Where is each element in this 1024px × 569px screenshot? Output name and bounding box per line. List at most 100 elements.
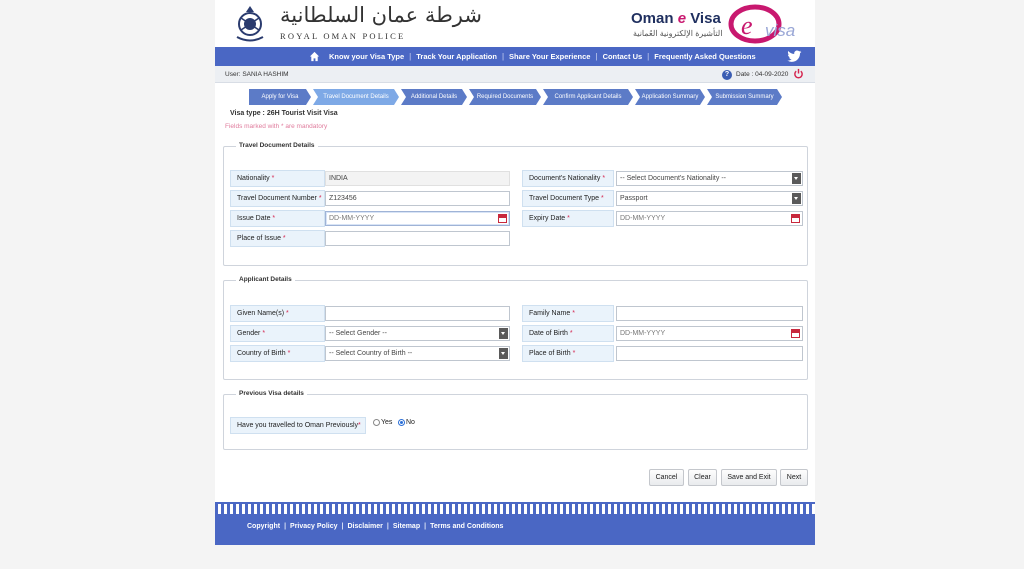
travel-document-number-label: Travel Document Number * — [230, 190, 325, 207]
required-asterisk: * — [271, 175, 275, 182]
footer-link-terms[interactable]: Terms and Conditions — [430, 523, 503, 530]
place-of-issue-label: Place of Issue * — [230, 230, 325, 247]
required-asterisk: * — [567, 215, 570, 222]
required-asterisk: * — [602, 175, 606, 182]
home-icon[interactable] — [309, 51, 320, 62]
mandatory-fields-note: Fields marked with * are mandatory — [225, 123, 328, 130]
travelled-no-radio[interactable]: No — [398, 419, 415, 426]
family-name-label-text: Family Name — [529, 310, 571, 317]
rop-english-title: ROYAL OMAN POLICE — [280, 31, 406, 41]
site-footer: Copyright | Privacy Policy | Disclaimer … — [215, 514, 815, 545]
family-name-input[interactable] — [616, 306, 803, 321]
expiry-date-input[interactable]: DD-MM-YYYY — [616, 211, 803, 226]
cancel-button[interactable]: Cancel — [649, 469, 684, 486]
nav-faq[interactable]: Frequently Asked Questions — [654, 52, 755, 61]
date-of-birth-input[interactable]: DD-MM-YYYY — [616, 326, 803, 341]
travelled-previously-label-text: Have you travelled to Oman Previously — [237, 422, 358, 429]
logout-power-icon[interactable] — [793, 68, 804, 79]
step-submission-summary[interactable]: Submission Summary — [707, 89, 782, 105]
issue-date-placeholder: DD-MM-YYYY — [329, 215, 375, 222]
document-nationality-label: Document's Nationality * — [522, 170, 614, 187]
evisa-logo-visa: visa — [765, 21, 795, 40]
nav-share-experience[interactable]: Share Your Experience — [509, 52, 590, 61]
dropdown-arrow-icon — [499, 348, 508, 359]
nav-separator: | — [595, 52, 598, 61]
footer-links: Copyright | Privacy Policy | Disclaimer … — [247, 523, 503, 530]
nav-contact-us[interactable]: Contact Us — [603, 52, 643, 61]
step-confirm-applicant-details[interactable]: Confirm Applicant Details — [543, 89, 633, 105]
document-nationality-value: -- Select Document's Nationality -- — [620, 175, 726, 182]
gender-select[interactable]: -- Select Gender -- — [325, 326, 510, 341]
nationality-field: INDIA — [325, 171, 510, 186]
given-names-label-text: Given Name(s) — [237, 310, 285, 317]
twitter-icon[interactable] — [787, 50, 802, 63]
travel-document-type-label-text: Travel Document Type — [529, 195, 600, 202]
expiry-date-label: Expiry Date * — [522, 210, 614, 227]
nav-know-visa-type[interactable]: Know your Visa Type — [329, 52, 404, 61]
gender-label: Gender * — [230, 325, 325, 342]
footer-link-disclaimer[interactable]: Disclaimer — [347, 523, 382, 530]
footer-link-sitemap[interactable]: Sitemap — [393, 523, 420, 530]
given-names-input[interactable] — [325, 306, 510, 321]
save-and-exit-button[interactable]: Save and Exit — [721, 469, 777, 486]
next-button[interactable]: Next — [780, 469, 808, 486]
calendar-icon[interactable] — [498, 214, 507, 223]
date-of-birth-label: Date of Birth * — [522, 325, 614, 342]
place-of-birth-label-text: Place of Birth — [529, 350, 571, 357]
step-additional-details[interactable]: Additional Details — [401, 89, 467, 105]
travel-document-number-label-text: Travel Document Number — [237, 195, 317, 202]
family-name-label: Family Name * — [522, 305, 614, 322]
main-nav: Know your Visa Type | Track Your Applica… — [215, 47, 815, 66]
footer-link-copyright[interactable]: Copyright — [247, 523, 280, 530]
place-of-issue-label-text: Place of Issue — [237, 235, 281, 242]
date-of-birth-label-text: Date of Birth — [529, 330, 568, 337]
nationality-label: Nationality * — [230, 170, 325, 187]
travel-document-number-input[interactable]: Z123456 — [325, 191, 510, 206]
nav-separator: | — [409, 52, 412, 61]
applicant-details-legend: Applicant Details — [236, 276, 295, 283]
step-required-documents[interactable]: Required Documents — [469, 89, 541, 105]
country-of-birth-label: Country of Birth * — [230, 345, 325, 362]
country-of-birth-label-text: Country of Birth — [237, 350, 286, 357]
issue-date-input[interactable]: DD-MM-YYYY — [325, 211, 510, 226]
travel-document-type-value: Passport — [620, 195, 648, 202]
given-names-label: Given Name(s) * — [230, 305, 325, 322]
country-of-birth-select[interactable]: -- Select Country of Birth -- — [325, 346, 510, 361]
previous-visa-legend: Previous Visa details — [236, 390, 307, 397]
evisa-logo-e: e — [741, 11, 753, 40]
document-nationality-select[interactable]: -- Select Document's Nationality -- — [616, 171, 803, 186]
travel-document-type-label: Travel Document Type * — [522, 190, 614, 207]
nav-track-application[interactable]: Track Your Application — [416, 52, 497, 61]
required-asterisk: * — [262, 330, 266, 337]
radio-button-selected-icon — [398, 419, 405, 426]
place-of-birth-input[interactable] — [616, 346, 803, 361]
nav-separator: | — [647, 52, 650, 61]
footer-separator: | — [341, 523, 344, 530]
royal-oman-police-emblem-icon — [236, 6, 264, 42]
help-icon[interactable]: ? — [722, 70, 732, 80]
issue-date-label-text: Issue Date — [237, 215, 271, 222]
site-header: شرطة عمان السلطانية ROYAL OMAN POLICE Om… — [215, 0, 815, 47]
calendar-icon[interactable] — [791, 214, 800, 223]
step-application-summary[interactable]: Application Summary — [635, 89, 705, 105]
travelled-yes-radio[interactable]: Yes — [373, 419, 392, 426]
country-of-birth-value: -- Select Country of Birth -- — [329, 350, 413, 357]
travel-document-type-select[interactable]: Passport — [616, 191, 803, 206]
expiry-date-placeholder: DD-MM-YYYY — [620, 215, 666, 222]
step-apply-for-visa[interactable]: Apply for Visa — [249, 89, 311, 105]
step-travel-document-details[interactable]: Travel Document Details — [313, 89, 399, 105]
required-asterisk: * — [358, 422, 361, 429]
dropdown-arrow-icon — [792, 173, 801, 184]
site-title: Oman e Visa — [631, 10, 721, 27]
place-of-birth-label: Place of Birth * — [522, 345, 614, 362]
clear-button[interactable]: Clear — [688, 469, 717, 486]
expiry-date-label-text: Expiry Date — [529, 215, 566, 222]
place-of-issue-input[interactable] — [325, 231, 510, 246]
required-asterisk: * — [600, 195, 604, 202]
radio-button-icon — [373, 419, 380, 426]
calendar-icon[interactable] — [791, 329, 800, 338]
site-title-part1: Oman — [631, 10, 678, 27]
footer-link-privacy-policy[interactable]: Privacy Policy — [290, 523, 337, 530]
user-name: SANIA HASHIM — [242, 71, 289, 78]
footer-separator: | — [284, 523, 287, 530]
